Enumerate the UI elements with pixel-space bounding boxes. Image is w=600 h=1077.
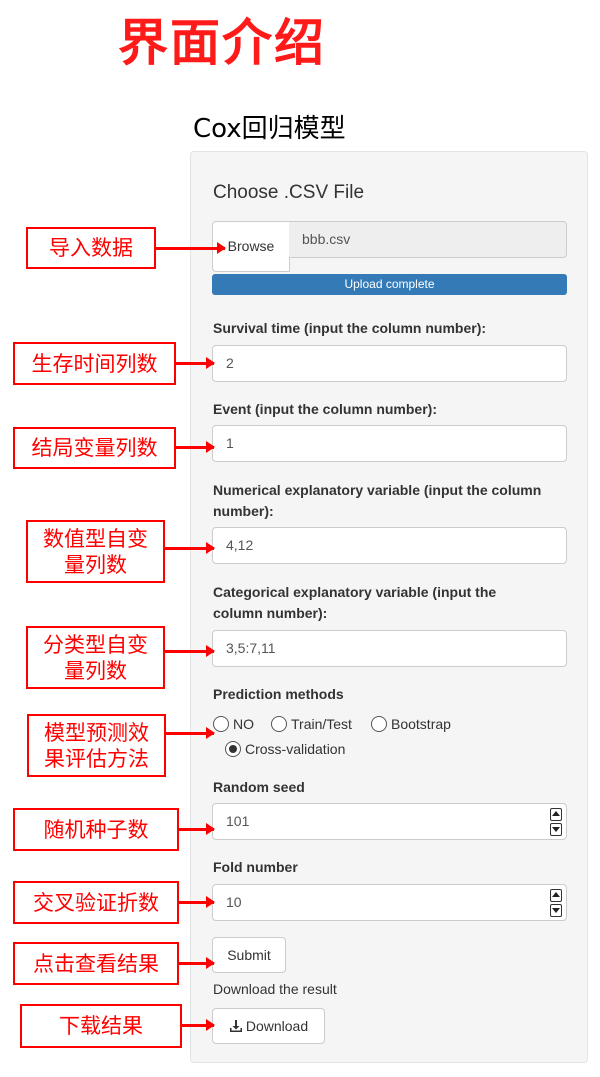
- event-label: Event (input the column number):: [213, 401, 437, 417]
- annotation-event: 结局变量列数: [13, 427, 176, 469]
- random-seed-label: Random seed: [213, 779, 305, 795]
- spin-up-icon[interactable]: [550, 889, 562, 902]
- radio-cross-validation[interactable]: Cross-validation: [225, 740, 345, 758]
- section-title: Cox回归模型: [193, 114, 346, 144]
- annotation-fold-number: 交叉验证折数: [13, 881, 179, 924]
- random-seed-spinner[interactable]: [550, 808, 562, 836]
- categorical-label-line1: Categorical explanatory variable (input …: [213, 584, 497, 600]
- radio-bootstrap-circle[interactable]: [371, 716, 387, 732]
- numerical-label-line1: Numerical explanatory variable (input th…: [213, 482, 542, 498]
- annotation-arrow: [176, 441, 215, 453]
- download-button[interactable]: Download: [212, 1008, 325, 1044]
- spin-down-icon[interactable]: [550, 904, 562, 917]
- annotation-survival-time: 生存时间列数: [13, 342, 176, 385]
- fold-number-label: Fold number: [213, 859, 298, 875]
- annotation-arrow: [165, 542, 215, 554]
- radio-cross-validation-label: Cross-validation: [245, 741, 346, 757]
- annotation-arrow: [182, 1019, 215, 1031]
- download-note: Download the result: [213, 981, 337, 997]
- upload-progress-bar: Upload complete: [212, 274, 567, 295]
- radio-bootstrap-label: Bootstrap: [391, 716, 451, 732]
- annotation-arrow: [179, 896, 215, 908]
- radio-no[interactable]: NO: [213, 715, 254, 733]
- annotation-random-seed: 随机种子数: [13, 808, 179, 851]
- survival-time-label: Survival time (input the column number):: [213, 320, 487, 336]
- numerical-input[interactable]: 4,12: [212, 527, 567, 564]
- page-title: 界面介绍: [118, 13, 326, 72]
- annotation-arrow: [179, 957, 215, 969]
- download-icon: [229, 1020, 242, 1032]
- annotation-numerical: 数值型自变量列数: [26, 520, 165, 583]
- fold-number-value: 10: [226, 894, 242, 910]
- annotation-arrow: [176, 357, 215, 369]
- annotation-download: 下载结果: [20, 1004, 182, 1048]
- annotation-arrow: [156, 242, 226, 254]
- radio-train-test-label: Train/Test: [291, 716, 352, 732]
- spin-down-icon[interactable]: [550, 823, 562, 836]
- random-seed-value: 101: [226, 813, 250, 829]
- annotation-prediction-method: 模型预测效果评估方法: [27, 714, 166, 777]
- event-input[interactable]: 1: [212, 425, 567, 462]
- annotation-arrow: [165, 645, 215, 657]
- numerical-label-line2: number):: [213, 503, 274, 519]
- submit-button[interactable]: Submit: [212, 937, 286, 973]
- annotation-categorical: 分类型自变量列数: [26, 626, 165, 689]
- radio-cross-validation-circle[interactable]: [225, 741, 241, 757]
- prediction-methods-label: Prediction methods: [213, 686, 344, 702]
- annotation-arrow: [179, 823, 215, 835]
- categorical-label-line2: column number):: [213, 605, 328, 621]
- annotation-import-data: 导入数据: [26, 227, 156, 269]
- fold-number-spinner[interactable]: [550, 889, 562, 917]
- survival-time-input[interactable]: 2: [212, 345, 567, 382]
- download-label: Download: [245, 1018, 309, 1034]
- choose-file-label: Choose .CSV File: [213, 182, 365, 203]
- file-name-field: bbb.csv: [289, 221, 567, 258]
- radio-no-circle[interactable]: [213, 716, 229, 732]
- radio-train-test-circle[interactable]: [271, 716, 287, 732]
- annotation-submit: 点击查看结果: [13, 942, 179, 985]
- random-seed-input[interactable]: 101: [212, 803, 567, 840]
- radio-bootstrap[interactable]: Bootstrap: [371, 715, 451, 733]
- spin-up-icon[interactable]: [550, 808, 562, 821]
- categorical-input[interactable]: 3,5:7,11: [212, 630, 567, 667]
- radio-train-test[interactable]: Train/Test: [271, 715, 352, 733]
- radio-no-label: NO: [233, 716, 254, 732]
- fold-number-input[interactable]: 10: [212, 884, 567, 921]
- annotation-arrow: [166, 727, 215, 739]
